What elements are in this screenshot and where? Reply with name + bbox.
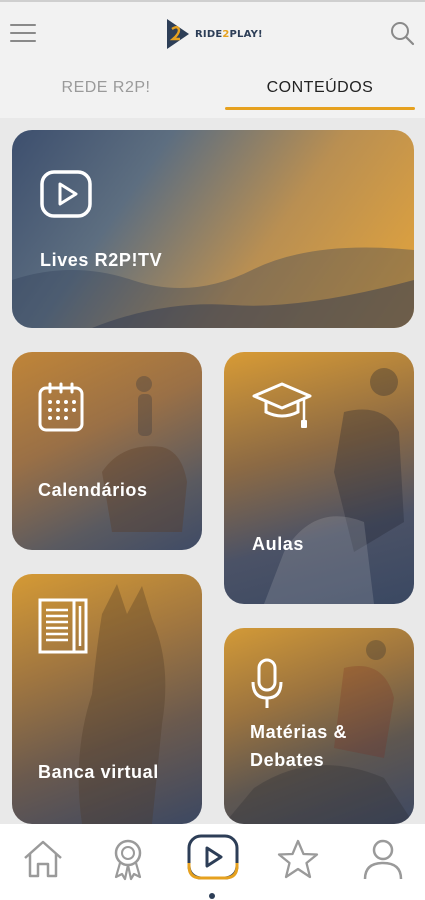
play-icon: [187, 834, 239, 880]
microphone-icon: [251, 658, 283, 708]
card-lives[interactable]: Lives R2P!TV: [12, 130, 414, 328]
card-label: Aulas: [252, 534, 305, 554]
award-icon: [114, 839, 142, 881]
card-materias-debates[interactable]: Matérias & Debates: [224, 628, 414, 824]
card-label-line1: Matérias &: [250, 722, 348, 742]
app-header: RIDE2PLAY! REDE R2P! CONTEÚDOS: [0, 0, 425, 118]
card-label: Calendários: [38, 480, 148, 500]
logo-mark-icon: [167, 19, 189, 49]
card-label: Lives R2P!TV: [40, 250, 163, 270]
calendar-icon: [38, 382, 84, 432]
ride2play-logo: RIDE2PLAY!: [165, 16, 263, 52]
menu-bar: [10, 40, 36, 42]
bottom-navigation: [0, 824, 425, 900]
active-nav-indicator: [209, 893, 215, 899]
tab-bar: REDE R2P! CONTEÚDOS: [0, 74, 425, 110]
nav-play[interactable]: [186, 830, 240, 884]
card-calendarios[interactable]: Calendários: [12, 352, 202, 550]
home-icon: [24, 840, 62, 878]
tab-label: REDE R2P!: [61, 79, 151, 96]
active-tab-indicator: [225, 107, 415, 110]
tab-rede-r2p[interactable]: REDE R2P!: [0, 74, 212, 110]
landscape-silhouette: [12, 247, 414, 328]
card-aulas[interactable]: Aulas: [224, 352, 414, 604]
nav-home[interactable]: [18, 834, 68, 884]
nav-award[interactable]: [103, 834, 153, 884]
card-label: Banca virtual: [38, 762, 159, 782]
menu-button[interactable]: [10, 24, 36, 44]
newspaper-icon: [38, 598, 88, 654]
tab-conteudos[interactable]: CONTEÚDOS: [225, 74, 415, 110]
tab-label: CONTEÚDOS: [266, 79, 374, 96]
search-icon: [391, 22, 415, 46]
star-icon: [277, 839, 319, 879]
menu-bar: [10, 24, 36, 26]
nav-favorites[interactable]: [273, 834, 323, 884]
nav-profile[interactable]: [358, 834, 408, 884]
card-banca-virtual[interactable]: Banca virtual: [12, 574, 202, 824]
profile-icon: [363, 839, 403, 880]
search-button[interactable]: [389, 20, 415, 46]
menu-bar: [10, 32, 36, 34]
play-icon: [40, 170, 92, 218]
graduation-cap-icon: [252, 382, 312, 428]
card-label-line2: Debates: [250, 750, 325, 770]
logo-text: RIDE2PLAY!: [195, 28, 263, 40]
